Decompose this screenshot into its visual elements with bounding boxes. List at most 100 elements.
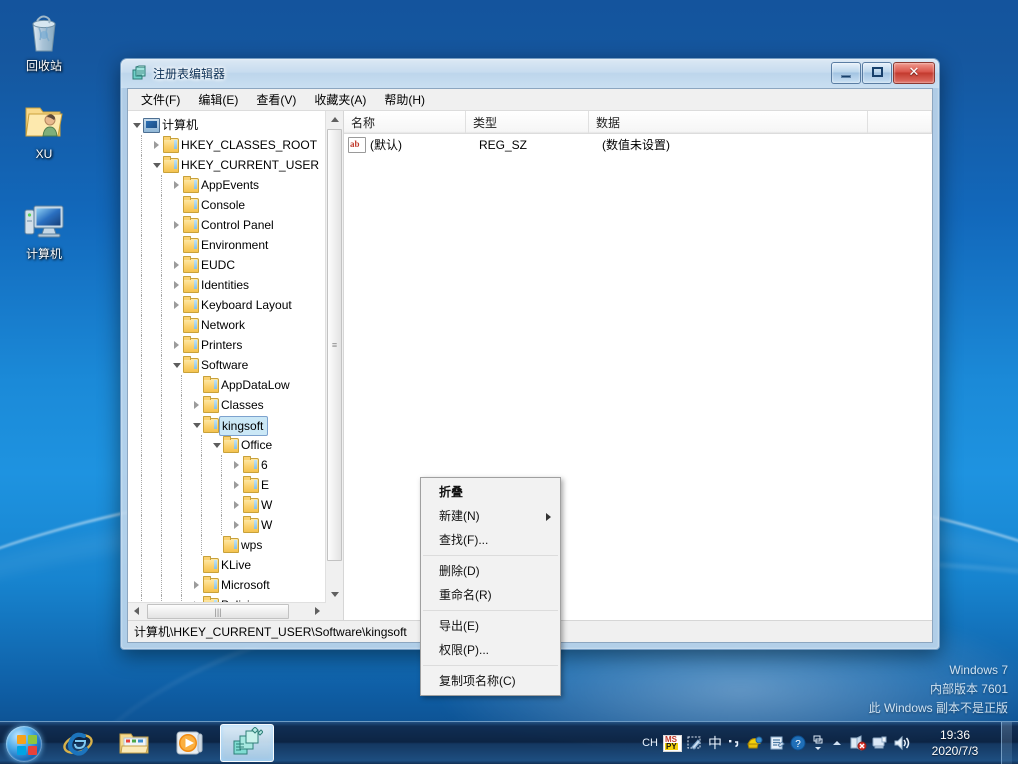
table-row[interactable]: ab (默认) REG_SZ (数值未设置) (344, 134, 932, 155)
menu-favorites[interactable]: 收藏夹(A) (305, 90, 375, 110)
listview-header[interactable]: 名称 类型 数据 (344, 111, 932, 134)
context-menu-item-collapse[interactable]: 折叠 (421, 480, 560, 504)
expand-triangle-icon[interactable] (232, 475, 243, 495)
context-menu-item-export[interactable]: 导出(E) (421, 614, 560, 638)
ime-soft-keyboard-icon[interactable] (746, 735, 764, 751)
volume-icon[interactable] (893, 735, 911, 751)
tree-node[interactable]: Software (132, 355, 326, 375)
taskbar-clock[interactable]: 19:36 2020/7/3 (922, 727, 988, 759)
tree-node[interactable]: Microsoft (132, 575, 326, 595)
context-menu-item-copy-key-name[interactable]: 复制项名称(C) (421, 669, 560, 693)
taskbar[interactable]: CH MS PY 中 ? 19:36 2020/7/3 (0, 721, 1018, 764)
network-icon[interactable] (849, 735, 867, 751)
column-header-name[interactable]: 名称 (344, 111, 466, 133)
close-button[interactable]: ✕ (893, 62, 935, 84)
tree-node[interactable]: 6 (132, 455, 326, 475)
collapse-triangle-icon[interactable] (192, 415, 203, 435)
expand-triangle-icon[interactable] (172, 215, 183, 235)
context-menu-item-delete[interactable]: 删除(D) (421, 559, 560, 583)
tree-node[interactable]: Printers (132, 335, 326, 355)
desktop[interactable]: 回收站 XU 计算机 Windows 7 内部版本 7601 此 Windows… (0, 0, 1018, 764)
column-header-type[interactable]: 类型 (466, 111, 589, 133)
taskbar-button-windows-explorer[interactable] (108, 725, 160, 761)
ime-tools-icon[interactable] (687, 735, 703, 751)
tree-vertical-scrollbar[interactable]: ≡ (325, 111, 343, 603)
expand-triangle-icon[interactable] (172, 295, 183, 315)
taskbar-button-windows-media-player[interactable] (164, 725, 216, 761)
tree-node[interactable]: HKEY_CURRENT_USER (132, 155, 326, 175)
tree-node[interactable]: KLive (132, 555, 326, 575)
desktop-icon-user-folder[interactable]: XU (8, 96, 80, 161)
tree-node[interactable]: Network (132, 315, 326, 335)
context-menu-item-permissions[interactable]: 权限(P)... (421, 638, 560, 662)
registry-tree[interactable]: 计算机 HKEY_CLASSES_ROOT HKEY_CURRENT_USER App… (128, 111, 326, 603)
menu-view[interactable]: 查看(V) (247, 90, 305, 110)
tree-node[interactable]: wps (132, 535, 326, 555)
menu-bar[interactable]: 文件(F) 编辑(E) 查看(V) 收藏夹(A) 帮助(H) (128, 89, 932, 111)
system-tray[interactable]: CH MS PY 中 ? 19:36 2020/7/3 (642, 722, 1018, 764)
tree-node[interactable]: Environment (132, 235, 326, 255)
expand-triangle-icon[interactable] (172, 255, 183, 275)
context-menu-item-rename[interactable]: 重命名(R) (421, 583, 560, 607)
scroll-down-button[interactable] (326, 586, 343, 603)
tree-node[interactable]: Console (132, 195, 326, 215)
menu-help[interactable]: 帮助(H) (375, 90, 434, 110)
registry-tree-pane[interactable]: 计算机 HKEY_CLASSES_ROOT HKEY_CURRENT_USER App… (128, 111, 344, 620)
show-hidden-icons-button[interactable] (811, 734, 825, 752)
tree-node[interactable]: HKEY_CLASSES_ROOT (132, 135, 326, 155)
tray-language-indicator[interactable]: CH (642, 737, 658, 749)
menu-file[interactable]: 文件(F) (132, 90, 189, 110)
column-header-data[interactable]: 数据 (589, 111, 868, 133)
tree-horizontal-scrollbar[interactable]: ||| (128, 602, 326, 620)
tree-node[interactable]: E (132, 475, 326, 495)
tree-node-selected[interactable]: kingsoft (132, 415, 326, 436)
menu-edit[interactable]: 编辑(E) (189, 90, 247, 110)
registry-editor-window[interactable]: 注册表编辑器 ✕ 文件(F) 编辑(E) 查看(V) 收藏夹(A) 帮助(H) … (120, 58, 940, 696)
maximize-button[interactable] (862, 62, 892, 84)
expand-triangle-icon[interactable] (192, 575, 203, 595)
action-center-icon[interactable] (872, 735, 888, 751)
expand-triangle-icon[interactable] (172, 335, 183, 355)
collapse-triangle-icon[interactable] (172, 355, 183, 375)
help-icon[interactable]: ? (790, 735, 806, 751)
desktop-icon-recycle-bin[interactable]: 回收站 (8, 8, 80, 73)
context-menu-item-new[interactable]: 新建(N) (421, 504, 560, 528)
start-button[interactable] (2, 724, 48, 762)
scroll-left-button[interactable] (128, 603, 145, 620)
tree-node[interactable]: EUDC (132, 255, 326, 275)
expand-triangle-icon[interactable] (172, 275, 183, 295)
tree-node[interactable]: Keyboard Layout (132, 295, 326, 315)
tree-node[interactable]: Classes (132, 395, 326, 415)
tree-node[interactable]: Identities (132, 275, 326, 295)
tree-node[interactable]: Control Panel (132, 215, 326, 235)
collapse-triangle-icon[interactable] (132, 115, 143, 135)
collapse-triangle-icon[interactable] (212, 435, 223, 455)
chevron-up-icon[interactable] (830, 738, 844, 748)
tree-node[interactable]: W (132, 495, 326, 515)
ime-punctuation-icon[interactable] (727, 736, 741, 750)
tree-node[interactable]: W (132, 515, 326, 535)
expand-triangle-icon[interactable] (172, 175, 183, 195)
ime-settings-icon[interactable] (769, 735, 785, 751)
expand-triangle-icon[interactable] (232, 455, 243, 475)
expand-triangle-icon[interactable] (232, 515, 243, 535)
scroll-up-button[interactable] (326, 111, 343, 128)
show-desktop-button[interactable] (1001, 722, 1012, 764)
tree-hscroll-thumb[interactable]: ||| (147, 604, 289, 619)
mspy-icon[interactable]: MS PY (663, 734, 682, 752)
context-menu-item-find[interactable]: 查找(F)... (421, 528, 560, 552)
tree-node[interactable]: 计算机 (132, 115, 326, 135)
tree-node[interactable]: AppDataLow (132, 375, 326, 395)
taskbar-button-internet-explorer[interactable] (52, 725, 104, 761)
context-menu[interactable]: 折叠 新建(N) 查找(F)... 删除(D) 重命名(R) 导出(E) 权限(P)... 复… (420, 477, 561, 696)
expand-triangle-icon[interactable] (152, 135, 163, 155)
desktop-icon-computer[interactable]: 计算机 (8, 196, 80, 261)
collapse-triangle-icon[interactable] (152, 155, 163, 175)
ime-mode-icon[interactable]: 中 (708, 736, 722, 750)
scroll-right-button[interactable] (309, 603, 326, 620)
expand-triangle-icon[interactable] (192, 395, 203, 415)
window-titlebar[interactable]: 注册表编辑器 ✕ (121, 59, 939, 88)
window-controls[interactable]: ✕ (831, 62, 935, 84)
tree-node[interactable]: AppEvents (132, 175, 326, 195)
taskbar-button-registry-editor[interactable] (220, 724, 274, 762)
